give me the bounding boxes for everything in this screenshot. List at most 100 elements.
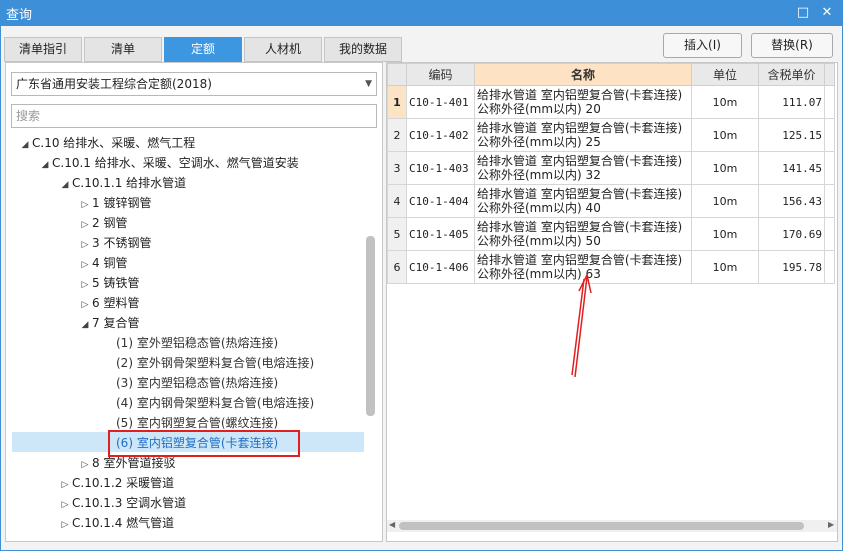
tab-qingdan-zhiyin[interactable]: 清单指引 bbox=[4, 37, 82, 62]
row-name: 给排水管道 室内铝塑复合管(卡套连接) 公称外径(mm以内) 32 bbox=[474, 151, 692, 185]
tab-ding-e[interactable]: 定额 bbox=[164, 37, 242, 62]
expand-arrow-icon[interactable]: ▷ bbox=[78, 215, 92, 235]
row-index: 3 bbox=[387, 151, 407, 185]
insert-button[interactable]: 插入(I) bbox=[663, 33, 742, 58]
row-price: 170.69 bbox=[758, 217, 825, 251]
tab-qingdan[interactable]: 清单 bbox=[84, 37, 162, 62]
row-code: C10-1-404 bbox=[406, 184, 475, 218]
close-icon[interactable]: ✕ bbox=[817, 3, 837, 23]
expand-arrow-icon[interactable]: ▷ bbox=[78, 275, 92, 295]
tree-scrollbar[interactable] bbox=[366, 236, 375, 416]
row-price: 141.45 bbox=[758, 151, 825, 185]
row-name: 给排水管道 室内铝塑复合管(卡套连接) 公称外径(mm以内) 40 bbox=[474, 184, 692, 218]
tree-leaf-2[interactable]: (2) 室外钢骨架塑料复合管(电熔连接) bbox=[116, 353, 314, 373]
results-table: 编码 名称 单位 含税单价 1 C10-1-401 给排水管道 室内铝塑复合管(… bbox=[387, 63, 835, 284]
header-unit[interactable]: 单位 bbox=[691, 63, 759, 86]
highlight-annotation-box bbox=[108, 430, 300, 457]
table-header-row: 编码 名称 单位 含税单价 bbox=[387, 63, 835, 86]
window-title: 查询 bbox=[6, 8, 33, 23]
row-price: 111.07 bbox=[758, 85, 825, 119]
tree-node-composite[interactable]: ◢ 7 复合管 bbox=[78, 313, 140, 335]
row-unit: 10m bbox=[691, 151, 759, 185]
row-name: 给排水管道 室内铝塑复合管(卡套连接) 公称外径(mm以内) 50 bbox=[474, 217, 692, 251]
tree-node-plastic[interactable]: ▷ 6 塑料管 bbox=[78, 293, 140, 315]
library-select-value: 广东省通用安装工程综合定额(2018) bbox=[16, 77, 212, 91]
row-unit: 10m bbox=[691, 85, 759, 119]
table-row[interactable]: 6 C10-1-406 给排水管道 室内铝塑复合管(卡套连接) 公称外径(mm以内… bbox=[387, 250, 835, 284]
header-code[interactable]: 编码 bbox=[406, 63, 475, 86]
tab-rencaiji[interactable]: 人材机 bbox=[244, 37, 322, 62]
tree-leaf-1[interactable]: (1) 室外塑铝稳态管(热熔连接) bbox=[116, 333, 278, 353]
row-code: C10-1-406 bbox=[406, 250, 475, 284]
header-name[interactable]: 名称 bbox=[474, 63, 692, 86]
tree-node-c10-1-2[interactable]: ▷ C.10.1.2 采暖管道 bbox=[58, 473, 175, 495]
annotation-arrow-icon bbox=[571, 272, 592, 378]
row-price: 195.78 bbox=[758, 250, 825, 284]
scroll-right-icon[interactable]: ▶ bbox=[828, 520, 834, 529]
expand-arrow-icon[interactable]: ▷ bbox=[78, 195, 92, 215]
row-index: 1 bbox=[387, 85, 407, 119]
tree-node-c10-1-4[interactable]: ▷ C.10.1.4 燃气管道 bbox=[58, 513, 175, 535]
collapse-arrow-icon[interactable]: ◢ bbox=[58, 175, 72, 195]
row-extra bbox=[824, 85, 835, 119]
title-bar: 查询 □ ✕ bbox=[0, 0, 843, 26]
collapse-arrow-icon[interactable]: ◢ bbox=[78, 315, 92, 335]
tab-my-data[interactable]: 我的数据 bbox=[324, 37, 402, 62]
expand-arrow-icon[interactable]: ▷ bbox=[78, 455, 92, 475]
table-row[interactable]: 5 C10-1-405 给排水管道 室内铝塑复合管(卡套连接) 公称外径(mm以内… bbox=[387, 217, 835, 251]
expand-arrow-icon[interactable]: ▷ bbox=[78, 235, 92, 255]
tree-node-steel[interactable]: ▷ 2 钢管 bbox=[78, 213, 128, 235]
row-extra bbox=[824, 184, 835, 218]
row-extra bbox=[824, 217, 835, 251]
row-code: C10-1-402 bbox=[406, 118, 475, 152]
tree-node-c10-1-1[interactable]: ◢ C.10.1.1 给排水管道 bbox=[58, 173, 187, 195]
row-index: 5 bbox=[387, 217, 407, 251]
row-unit: 10m bbox=[691, 217, 759, 251]
row-code: C10-1-403 bbox=[406, 151, 475, 185]
header-extra bbox=[824, 63, 835, 86]
row-index: 6 bbox=[387, 250, 407, 284]
table-row[interactable]: 3 C10-1-403 给排水管道 室内铝塑复合管(卡套连接) 公称外径(mm以内… bbox=[387, 151, 835, 185]
table-row[interactable]: 1 C10-1-401 给排水管道 室内铝塑复合管(卡套连接) 公称外径(mm以内… bbox=[387, 85, 835, 119]
row-index: 4 bbox=[387, 184, 407, 218]
tree-leaf-3[interactable]: (3) 室内塑铝稳态管(热熔连接) bbox=[116, 373, 278, 393]
collapse-arrow-icon[interactable]: ◢ bbox=[18, 135, 32, 155]
row-name: 给排水管道 室内铝塑复合管(卡套连接) 公称外径(mm以内) 20 bbox=[474, 85, 692, 119]
tree-leaf-4[interactable]: (4) 室内钢骨架塑料复合管(电熔连接) bbox=[116, 393, 314, 413]
restore-icon[interactable]: □ bbox=[793, 3, 813, 23]
row-code: C10-1-405 bbox=[406, 217, 475, 251]
expand-arrow-icon[interactable]: ▷ bbox=[58, 515, 72, 535]
row-index: 2 bbox=[387, 118, 407, 152]
library-select[interactable]: 广东省通用安装工程综合定额(2018) ▼ bbox=[11, 72, 377, 96]
row-extra bbox=[824, 118, 835, 152]
tree-node-cast-iron[interactable]: ▷ 5 铸铁管 bbox=[78, 273, 140, 295]
tree-node-c10-1-3[interactable]: ▷ C.10.1.3 空调水管道 bbox=[58, 493, 187, 515]
row-name: 给排水管道 室内铝塑复合管(卡套连接) 公称外径(mm以内) 25 bbox=[474, 118, 692, 152]
expand-arrow-icon[interactable]: ▷ bbox=[58, 495, 72, 515]
scroll-left-icon[interactable]: ◀ bbox=[389, 520, 395, 529]
tree-node-copper[interactable]: ▷ 4 铜管 bbox=[78, 253, 128, 275]
table-row[interactable]: 4 C10-1-404 给排水管道 室内铝塑复合管(卡套连接) 公称外径(mm以内… bbox=[387, 184, 835, 218]
tree-node-galvanized-steel[interactable]: ▷ 1 镀锌钢管 bbox=[78, 193, 152, 215]
row-extra bbox=[824, 151, 835, 185]
header-price[interactable]: 含税单价 bbox=[758, 63, 825, 86]
tree-node-c10-1[interactable]: ◢ C.10.1 给排水、采暖、空调水、燃气管道安装 bbox=[38, 153, 299, 173]
row-price: 156.43 bbox=[758, 184, 825, 218]
expand-arrow-icon[interactable]: ▷ bbox=[78, 295, 92, 315]
chevron-down-icon: ▼ bbox=[365, 79, 372, 89]
row-unit: 10m bbox=[691, 118, 759, 152]
tree-node-stainless[interactable]: ▷ 3 不锈钢管 bbox=[78, 233, 152, 255]
row-price: 125.15 bbox=[758, 118, 825, 152]
row-extra bbox=[824, 250, 835, 284]
search-input[interactable]: 搜索 bbox=[11, 104, 377, 128]
grid-scroll-thumb[interactable] bbox=[399, 522, 804, 530]
expand-arrow-icon[interactable]: ▷ bbox=[78, 255, 92, 275]
table-row[interactable]: 2 C10-1-402 给排水管道 室内铝塑复合管(卡套连接) 公称外径(mm以内… bbox=[387, 118, 835, 152]
expand-arrow-icon[interactable]: ▷ bbox=[58, 475, 72, 495]
collapse-arrow-icon[interactable]: ◢ bbox=[38, 155, 52, 175]
tree-node-c10[interactable]: ◢ C.10 给排水、采暖、燃气工程 bbox=[18, 133, 196, 155]
header-index bbox=[387, 63, 407, 86]
row-unit: 10m bbox=[691, 250, 759, 284]
row-unit: 10m bbox=[691, 184, 759, 218]
replace-button[interactable]: 替换(R) bbox=[751, 33, 833, 58]
